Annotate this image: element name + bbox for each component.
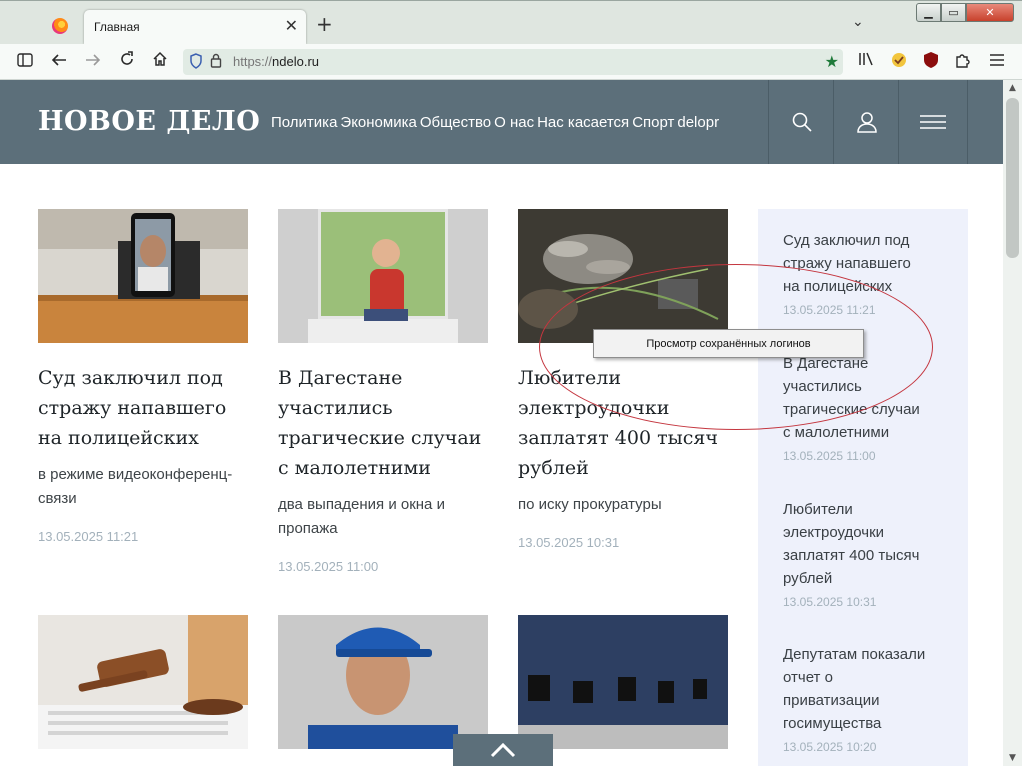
sidebar-news-date: 13.05.2025 10:31 (783, 595, 877, 609)
user-icon[interactable] (833, 80, 899, 164)
scroll-up-icon[interactable]: ▲ (1003, 80, 1022, 96)
sidebar-news-title: Любители электроудочки заплатят 400 тыся… (783, 501, 920, 587)
nav-item-delopr[interactable]: delopr (677, 114, 719, 131)
scroll-down-icon[interactable]: ▼ (1003, 750, 1022, 766)
back-icon[interactable] (48, 51, 70, 73)
navigation-toolbar: https://ndelo.ru ★ 6 (0, 44, 1022, 100)
tab-strip: Главная ✕ + ⌄ ▁ ▭ ✕ (0, 0, 1022, 44)
tab-main[interactable]: Главная ✕ (84, 10, 306, 44)
article-date: 13.05.2025 11:00 (278, 559, 379, 574)
firefox-logo-icon[interactable] (52, 18, 68, 34)
scroll-to-top-button[interactable] (453, 734, 553, 766)
nav-item-about[interactable]: О нас (494, 114, 534, 131)
main-nav: Политика Экономика Общество О нас Нас ка… (271, 114, 719, 131)
site-logo[interactable]: НОВОЕ ДЕЛО (38, 106, 260, 137)
sidebar-icon[interactable] (14, 51, 36, 73)
window-controls: ▁ ▭ ✕ (916, 3, 1020, 22)
tab-close-icon[interactable]: ✕ (285, 16, 298, 36)
url-text[interactable]: https://ndelo.ru (233, 54, 319, 69)
nav-item-concerns-us[interactable]: Нас касается (537, 114, 629, 131)
site-header: НОВОЕ ДЕЛО Политика Экономика Общество О… (0, 80, 1003, 164)
article-lead: по иску прокуратуры (518, 496, 662, 513)
library-icon[interactable] (855, 51, 877, 73)
article-lead: два выпадения и окна и пропажа (278, 496, 445, 537)
chevron-up-icon (490, 742, 516, 758)
article-lead: в режиме видеоконференц- связи (38, 466, 233, 507)
article-image-court-video[interactable] (38, 209, 248, 343)
puzzle-icon[interactable] (952, 51, 974, 73)
scroll-thumb[interactable] (1006, 98, 1019, 258)
hamburger-menu-icon[interactable] (898, 80, 968, 164)
tab-list-chevron-icon[interactable]: ⌄ (852, 14, 864, 30)
article-image-child-window[interactable] (278, 209, 488, 343)
article-image-athlete[interactable] (278, 615, 488, 749)
home-icon[interactable] (149, 51, 171, 73)
bookmark-star-icon[interactable]: ★ (825, 52, 839, 71)
ublock-icon[interactable] (920, 51, 942, 73)
search-icon[interactable] (768, 80, 834, 164)
sidebar-news-item[interactable]: Любители электроудочки заплатят 400 тыся… (783, 498, 953, 609)
sidebar-news-item[interactable]: Депутатам показали отчет о приватизации … (783, 643, 953, 754)
article-date: 13.05.2025 10:31 (518, 535, 620, 550)
maximize-icon[interactable]: ▭ (941, 3, 966, 22)
extension-icon[interactable] (888, 51, 910, 73)
new-tab-icon[interactable]: + (316, 14, 333, 34)
article-image-gavel[interactable] (38, 615, 248, 749)
nav-item-economy[interactable]: Экономика (340, 114, 416, 131)
article-headline[interactable]: В Дагестане участились трагические случа… (278, 363, 481, 483)
page-scrollbar[interactable]: ▲ ▼ (1003, 80, 1022, 766)
url-bar[interactable]: https://ndelo.ru ★ (183, 49, 843, 75)
saved-logins-popup-item[interactable]: Просмотр сохранённых логинов (593, 329, 864, 358)
reload-icon[interactable] (116, 51, 138, 73)
menu-icon[interactable] (986, 51, 1008, 73)
nav-item-politics[interactable]: Политика (271, 114, 337, 131)
article-image-officials-briefcases[interactable] (518, 615, 728, 749)
minimize-icon[interactable]: ▁ (916, 3, 941, 22)
article-headline[interactable]: Суд заключил под стражу напавшего на пол… (38, 363, 226, 453)
window-close-icon[interactable]: ✕ (966, 3, 1014, 22)
lock-icon[interactable] (210, 53, 222, 72)
tab-title: Главная (94, 20, 140, 34)
article-date: 13.05.2025 11:21 (38, 529, 139, 544)
nav-item-sport[interactable]: Спорт (632, 114, 674, 131)
forward-icon[interactable] (82, 51, 104, 73)
sidebar-news-date: 13.05.2025 10:20 (783, 740, 877, 754)
sidebar-news-title: Депутатам показали отчет о приватизации … (783, 646, 926, 732)
shield-icon[interactable] (189, 53, 203, 73)
sidebar-news-date: 13.05.2025 11:00 (783, 449, 876, 463)
nav-item-society[interactable]: Общество (420, 114, 491, 131)
